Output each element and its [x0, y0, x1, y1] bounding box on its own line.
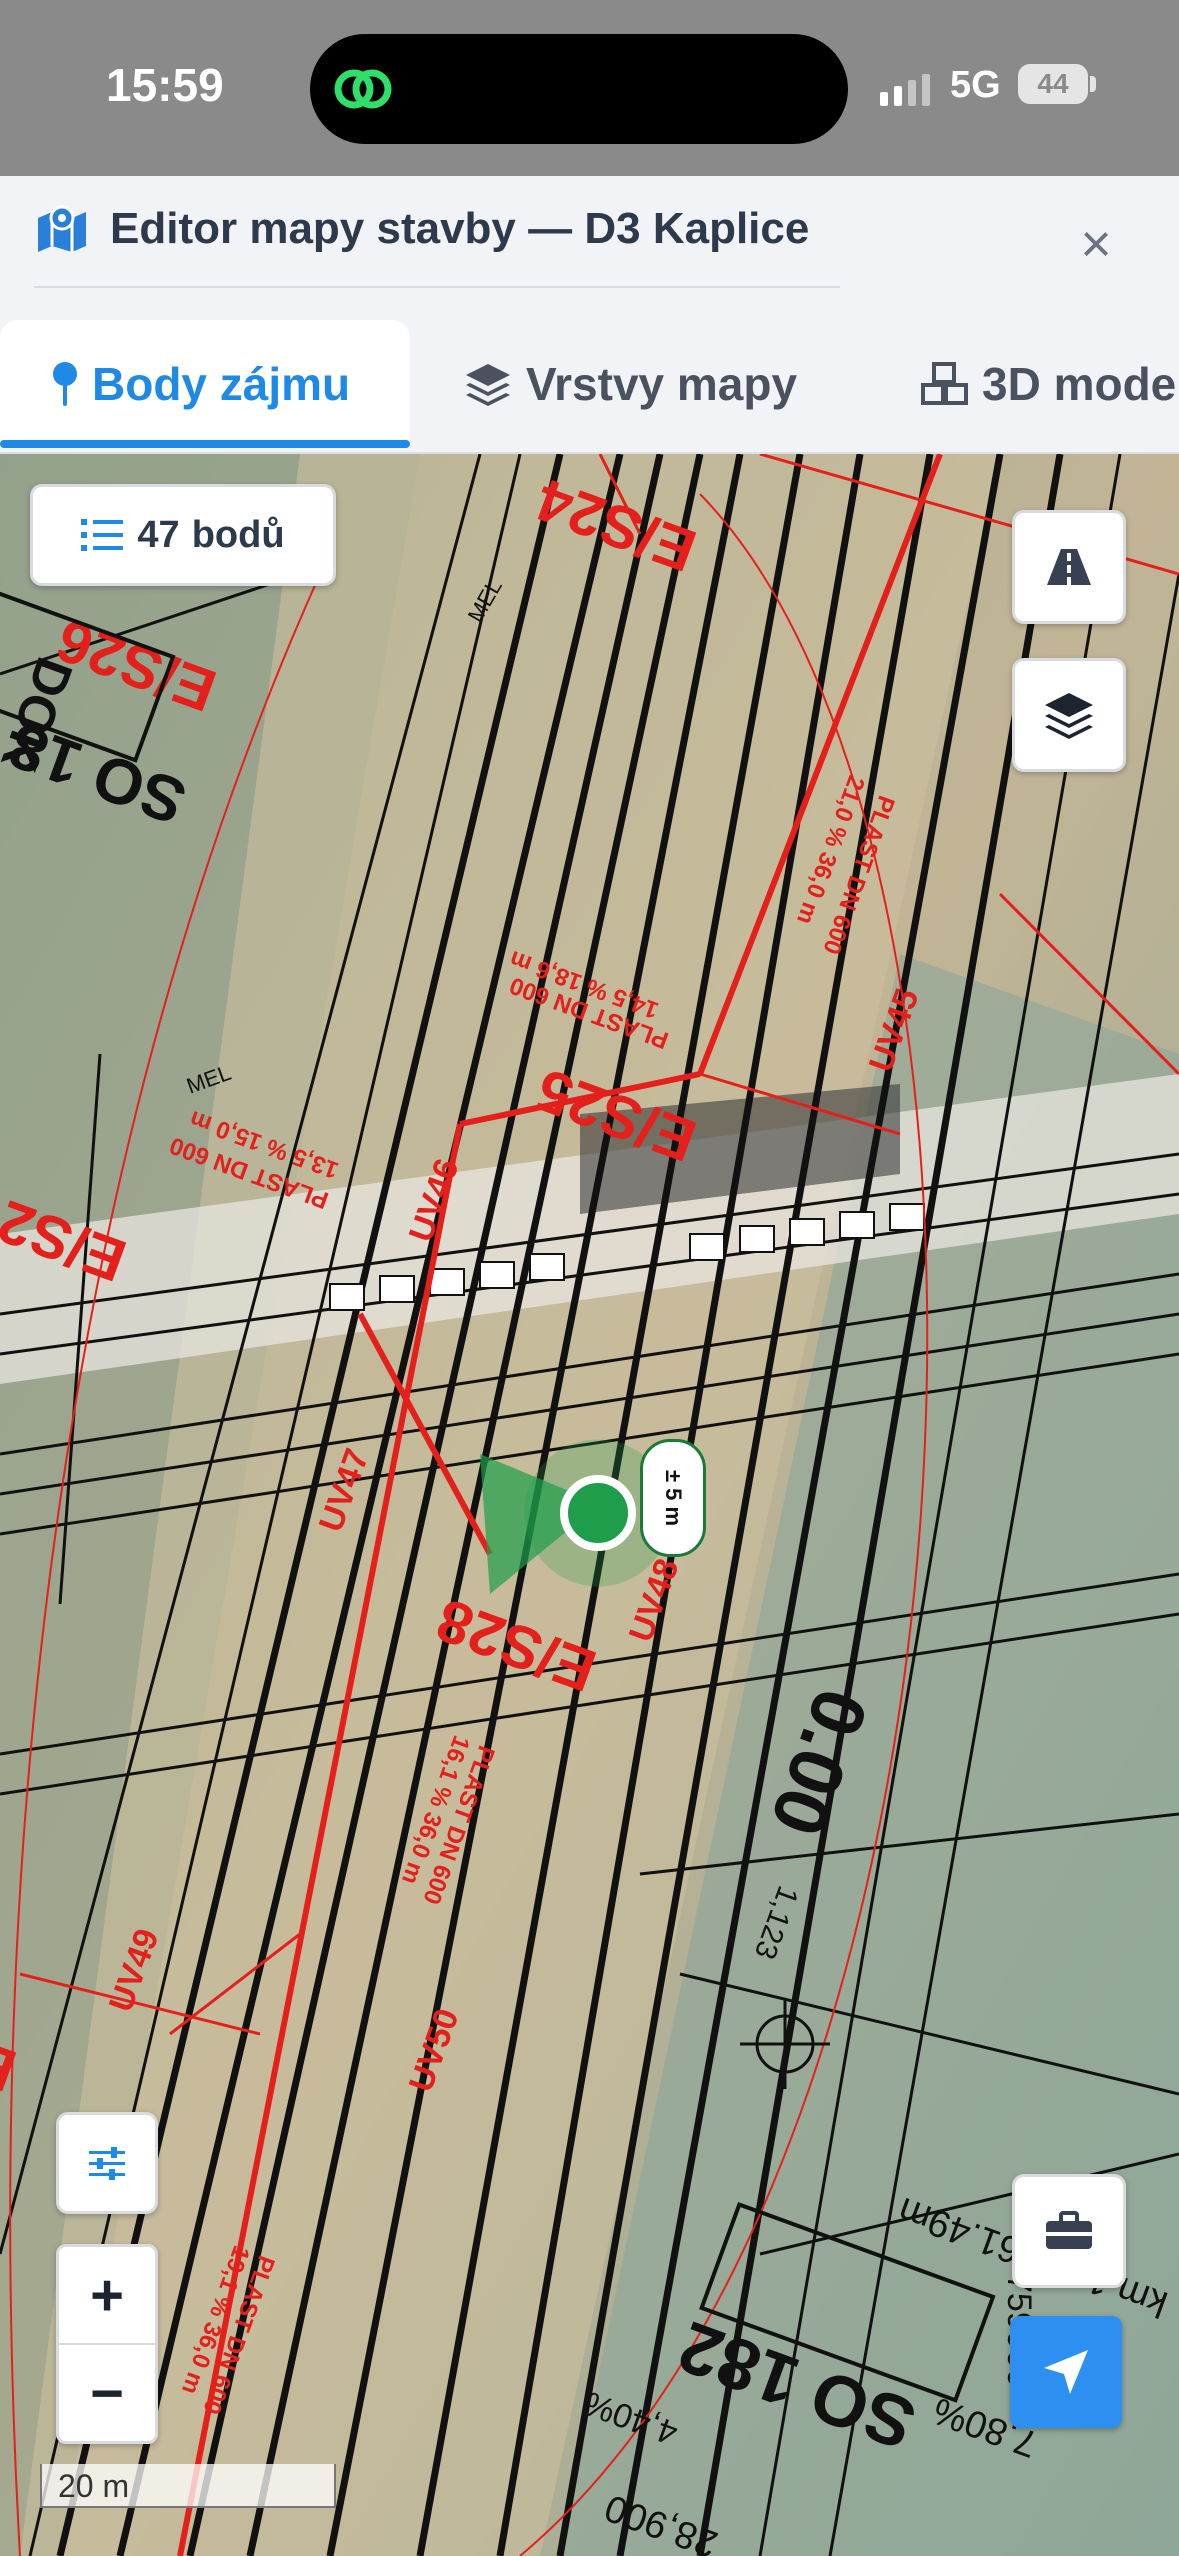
user-location-dot[interactable]: [560, 1475, 636, 1551]
road-view-button[interactable]: [1012, 510, 1126, 624]
tab-vrstvy-mapy[interactable]: Vrstvy mapy: [462, 320, 797, 448]
signal-icon: [880, 74, 930, 106]
tab-3d-model[interactable]: 3D mode: [920, 320, 1176, 448]
network-type: 5G: [950, 64, 1001, 106]
zoom-in-button[interactable]: +: [59, 2247, 155, 2343]
close-button[interactable]: ×: [1068, 216, 1124, 272]
accuracy-label: ± 5 m: [660, 1469, 686, 1527]
status-bar: 15:59 5G 44: [0, 0, 1179, 176]
map-marker-icon: [38, 205, 86, 252]
cubes-icon: [921, 362, 968, 405]
editor-header: Editor mapy stavby — D3 Kaplice ×: [0, 176, 1179, 320]
road-icon: [1047, 549, 1091, 585]
points-label: bodů: [191, 513, 285, 556]
tab-bar: Body zájmu Vrstvy mapy 3D mode: [0, 320, 1179, 454]
sliders-icon: [89, 2147, 125, 2180]
tab-body-zajmu[interactable]: Body zájmu: [0, 320, 410, 448]
scale-bar: 20 m: [40, 2464, 336, 2508]
tab-label: Vrstvy mapy: [526, 358, 798, 410]
map-view[interactable]: E/S24 E/S25 E/S26 E/S27 E/S28 E/S29 UV45…: [0, 454, 1179, 2556]
battery-tip: [1090, 76, 1096, 92]
status-time: 15:59: [106, 59, 224, 111]
points-count: 47: [137, 513, 180, 556]
navigation-arrow-icon: [1044, 2350, 1088, 2394]
tab-label: 3D mode: [982, 358, 1177, 410]
active-tab-indicator: [0, 440, 410, 448]
zoom-control: + −: [56, 2244, 158, 2444]
link-icon: [334, 69, 392, 109]
locate-me-button[interactable]: [1010, 2316, 1122, 2428]
list-icon: [81, 519, 124, 551]
filter-button[interactable]: [56, 2112, 158, 2214]
toolbox-button[interactable]: [1012, 2174, 1126, 2288]
layers-button[interactable]: [1012, 658, 1126, 772]
accuracy-badge: ± 5 m: [640, 1439, 706, 1557]
toolbox-icon: [1046, 2211, 1092, 2249]
map-canvas[interactable]: E/S24 E/S25 E/S26 E/S27 E/S28 E/S29 UV45…: [0, 454, 1179, 2556]
dynamic-island: [310, 34, 848, 144]
page-title: Editor mapy stavby — D3 Kaplice: [110, 204, 810, 253]
zoom-out-button[interactable]: −: [59, 2345, 155, 2441]
tab-label: Body zájmu: [92, 358, 351, 410]
battery-icon: 44: [1018, 64, 1088, 104]
layers-icon: [466, 364, 510, 406]
layers-icon: [1045, 693, 1093, 739]
map-pin-icon: [53, 362, 77, 406]
header-divider: [34, 286, 840, 288]
points-list-button[interactable]: 47 bodů: [30, 484, 336, 586]
